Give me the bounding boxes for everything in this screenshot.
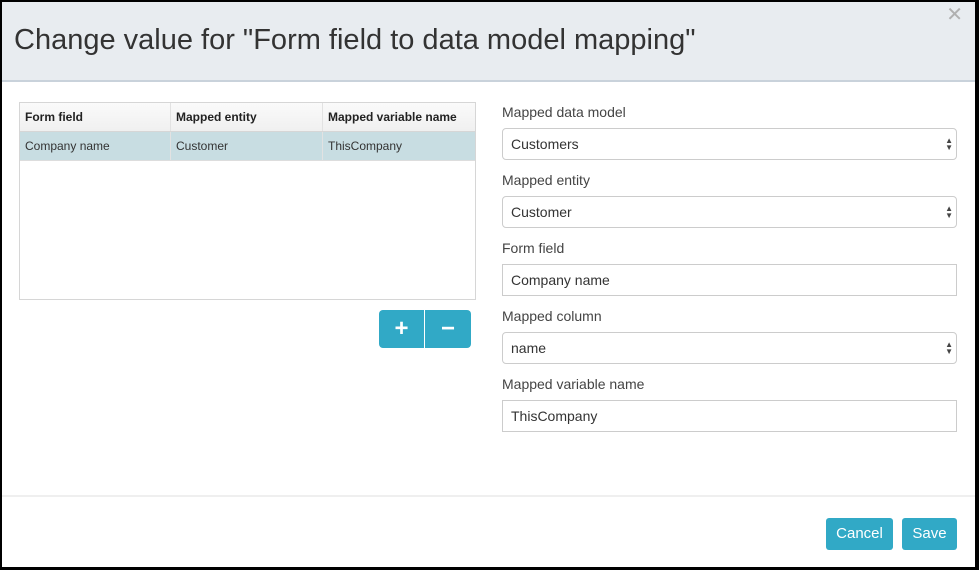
field-form-field: Form field Company name xyxy=(502,238,957,296)
cell-mapped-variable-name: ThisCompany xyxy=(328,139,403,153)
mapped-entity-label: Mapped entity xyxy=(502,172,590,188)
field-mapped-data-model: Mapped data model Customers ▲ ▼ xyxy=(502,102,957,160)
table-row[interactable]: Company name Customer ThisCompany xyxy=(20,132,475,161)
remove-row-button[interactable]: − xyxy=(425,310,471,348)
mapped-data-model-select[interactable]: Customers ▲ ▼ xyxy=(502,128,957,160)
form-field-label: Form field xyxy=(502,240,565,256)
select-arrows-icon: ▲ ▼ xyxy=(945,136,953,152)
save-button[interactable]: Save xyxy=(902,518,957,550)
dialog: Change value for "Form field to data mod… xyxy=(2,2,975,567)
footer-divider xyxy=(2,495,975,497)
column-header-form-field[interactable]: Form field xyxy=(20,103,171,131)
mapping-table: Form field Mapped entity Mapped variable… xyxy=(19,102,476,300)
mapped-data-model-value: Customers xyxy=(511,136,579,152)
mapped-entity-select[interactable]: Customer ▲ ▼ xyxy=(502,196,957,228)
add-row-button[interactable]: + xyxy=(379,310,425,348)
table-header: Form field Mapped entity Mapped variable… xyxy=(20,103,475,132)
cell-form-field: Company name xyxy=(20,132,171,160)
plus-icon: + xyxy=(394,315,409,342)
form-field-input[interactable]: Company name xyxy=(502,264,957,296)
cancel-button[interactable]: Cancel xyxy=(826,518,893,550)
field-mapped-entity: Mapped entity Customer ▲ ▼ xyxy=(502,170,957,228)
mapped-variable-name-input[interactable]: ThisCompany xyxy=(502,400,957,432)
field-mapped-column: Mapped column name ▲ ▼ xyxy=(502,306,957,364)
mapped-column-label: Mapped column xyxy=(502,308,602,324)
mapped-column-value: name xyxy=(511,340,547,356)
select-arrows-icon: ▲ ▼ xyxy=(945,204,953,220)
mapped-variable-name-label: Mapped variable name xyxy=(502,376,645,392)
mapped-entity-value: Customer xyxy=(511,204,572,220)
mapped-data-model-label: Mapped data model xyxy=(502,104,626,120)
mapping-form: Mapped data model Customers ▲ ▼ Mapped en… xyxy=(502,102,957,442)
select-arrows-icon: ▲ ▼ xyxy=(945,340,953,356)
dialog-title: Change value for "Form field to data mod… xyxy=(14,24,696,56)
mapped-column-select[interactable]: name ▲ ▼ xyxy=(502,332,957,364)
minus-icon: − xyxy=(440,315,455,342)
column-header-mapped-variable-name[interactable]: Mapped variable name xyxy=(323,103,475,131)
column-header-mapped-entity[interactable]: Mapped entity xyxy=(171,103,323,131)
row-button-group: + − xyxy=(379,310,471,348)
close-icon[interactable]: ✕ xyxy=(946,5,963,25)
dialog-header: Change value for "Form field to data mod… xyxy=(2,2,975,82)
cell-mapped-entity: Customer xyxy=(171,132,323,160)
field-mapped-variable-name: Mapped variable name ThisCompany xyxy=(502,374,957,432)
